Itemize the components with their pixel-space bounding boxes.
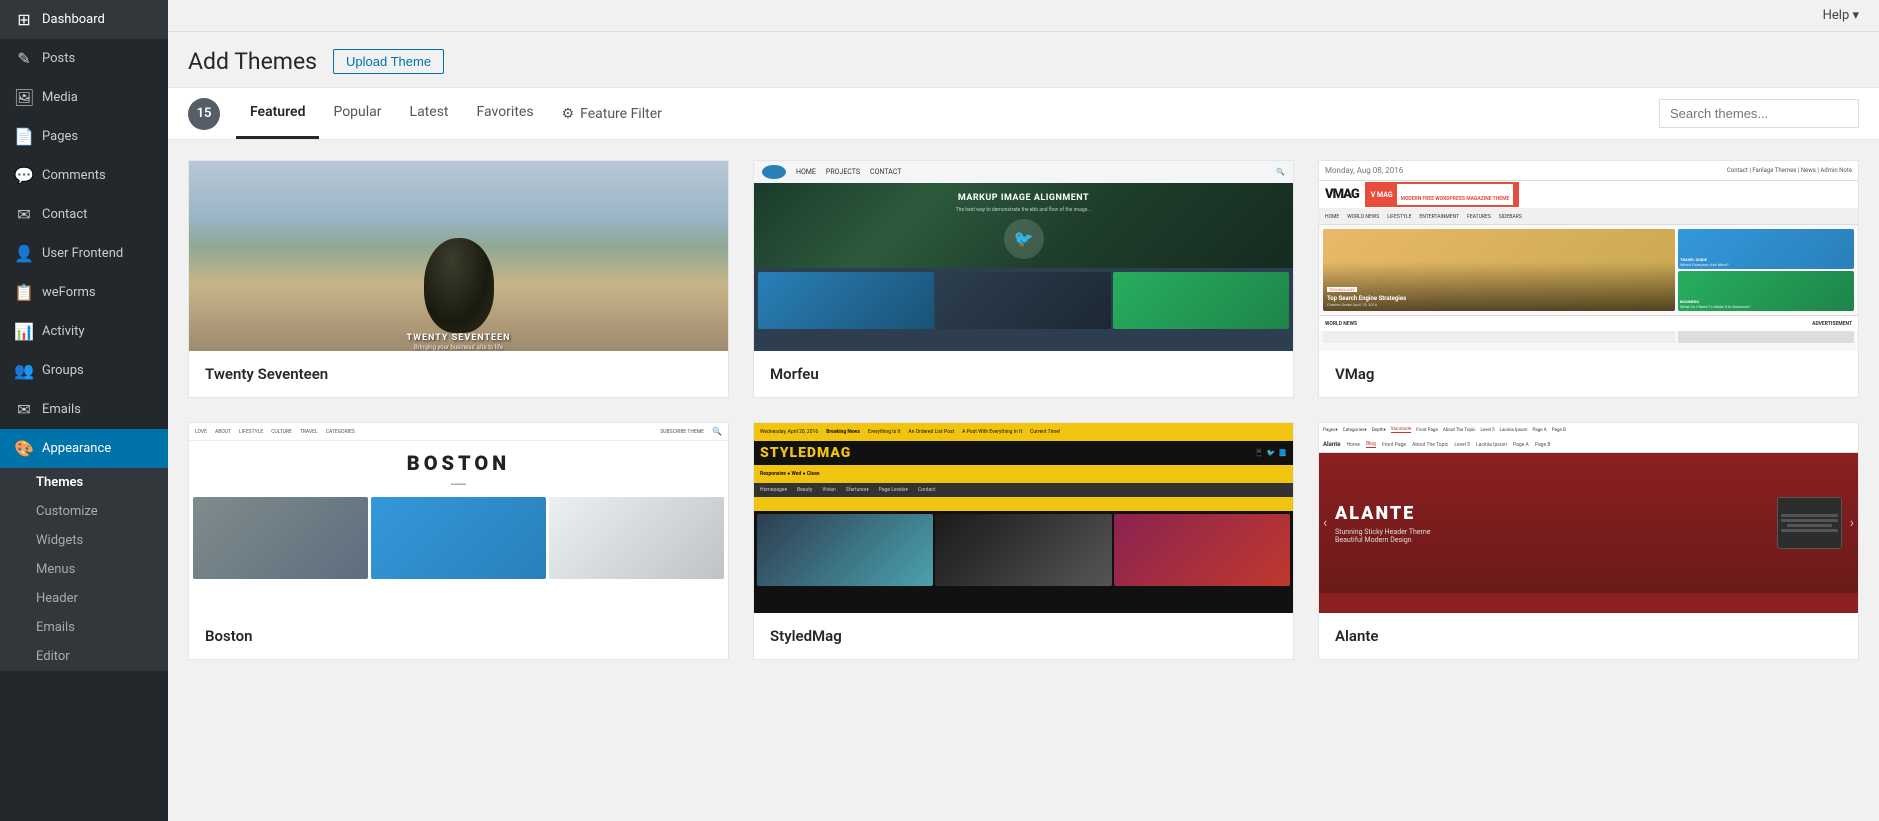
sidebar-item-appearance[interactable]: 🎨 Appearance bbox=[0, 429, 168, 468]
weforms-icon: 📋 bbox=[14, 283, 34, 302]
theme-name-boston: Boston bbox=[189, 613, 728, 659]
theme-thumbnail-twenty-seventeen: ✓ Installed TWENTY SEVENTEEN Bringing yo… bbox=[189, 161, 728, 351]
sidebar-item-media[interactable]: 🖼 Media bbox=[0, 78, 168, 117]
sidebar-item-label: Media bbox=[42, 90, 78, 105]
theme-card-boston[interactable]: LOVE ABOUT LIFESTYLE CULTURE TRAVEL CATE… bbox=[188, 422, 729, 660]
sidebar-item-weforms[interactable]: 📋 weForms bbox=[0, 273, 168, 312]
page-title: Add Themes bbox=[188, 48, 317, 75]
sidebar-item-emails[interactable]: ✉ Emails bbox=[0, 390, 168, 429]
page-header: Add Themes Upload Theme bbox=[168, 32, 1879, 88]
main-content: Help ▾ Add Themes Upload Theme 15 Featur… bbox=[168, 0, 1879, 821]
dashboard-icon: ⊞ bbox=[14, 10, 34, 29]
theme-card-morfeu[interactable]: HOMEPROJECTSCONTACT 🔍 MARKUP IMAGE ALIGN… bbox=[753, 160, 1294, 398]
user-frontend-icon: 👤 bbox=[14, 244, 34, 263]
sidebar-item-groups[interactable]: 👥 Groups bbox=[0, 351, 168, 390]
theme-thumbnail-alante: Pages▾Categories▾Depth▾Standard▾Front Pa… bbox=[1319, 423, 1858, 613]
sidebar-sub-item-editor[interactable]: Editor bbox=[0, 642, 168, 671]
theme-card-styledmag[interactable]: Wednesday, April 20, 2016 Breaking News … bbox=[753, 422, 1294, 660]
sidebar: ⊞ Dashboard ✎ Posts 🖼 Media 📄 Pages 💬 Co… bbox=[0, 0, 168, 821]
theme-name-twenty-seventeen: Twenty Seventeen bbox=[189, 351, 728, 397]
tab-favorites[interactable]: Favorites bbox=[463, 88, 548, 139]
posts-icon: ✎ bbox=[14, 49, 34, 68]
help-button[interactable]: Help ▾ bbox=[1823, 8, 1859, 23]
comments-icon: 💬 bbox=[14, 166, 34, 185]
theme-card-twenty-seventeen[interactable]: ✓ Installed TWENTY SEVENTEEN Bringing yo… bbox=[188, 160, 729, 398]
theme-count-badge: 15 bbox=[188, 98, 220, 130]
theme-thumbnail-styledmag: Wednesday, April 20, 2016 Breaking News … bbox=[754, 423, 1293, 613]
sidebar-item-dashboard[interactable]: ⊞ Dashboard bbox=[0, 0, 168, 39]
sidebar-item-user-frontend[interactable]: 👤 User Frontend bbox=[0, 234, 168, 273]
sidebar-item-label: Activity bbox=[42, 324, 85, 339]
sidebar-item-label: Contact bbox=[42, 207, 87, 222]
sidebar-item-pages[interactable]: 📄 Pages bbox=[0, 117, 168, 156]
theme-thumbnail-boston: LOVE ABOUT LIFESTYLE CULTURE TRAVEL CATE… bbox=[189, 423, 728, 613]
theme-name-styledmag: StyledMag bbox=[754, 613, 1293, 659]
morfeu-nav: HOMEPROJECTSCONTACT 🔍 bbox=[754, 161, 1293, 183]
sidebar-item-activity[interactable]: 📊 Activity bbox=[0, 312, 168, 351]
tab-featured[interactable]: Featured bbox=[236, 88, 319, 139]
filter-tabs: Featured Popular Latest Favorites ⚙ Feat… bbox=[236, 88, 1659, 139]
sidebar-sub-item-header[interactable]: Header bbox=[0, 584, 168, 613]
pages-icon: 📄 bbox=[14, 127, 34, 146]
sidebar-sub-item-menus[interactable]: Menus bbox=[0, 555, 168, 584]
feature-filter-label: Feature Filter bbox=[580, 106, 662, 122]
filter-bar: 15 Featured Popular Latest Favorites ⚙ F… bbox=[168, 88, 1879, 140]
morfeu-grid bbox=[754, 268, 1293, 333]
themes-grid: ✓ Installed TWENTY SEVENTEEN Bringing yo… bbox=[168, 140, 1879, 821]
media-icon: 🖼 bbox=[14, 88, 34, 107]
tab-latest[interactable]: Latest bbox=[396, 88, 463, 139]
sidebar-item-label: Dashboard bbox=[42, 12, 105, 27]
activity-icon: 📊 bbox=[14, 322, 34, 341]
appearance-icon: 🎨 bbox=[14, 439, 34, 458]
theme-name-alante: Alante bbox=[1319, 613, 1858, 659]
sidebar-item-label: weForms bbox=[42, 285, 96, 300]
theme-name-morfeu: Morfeu bbox=[754, 351, 1293, 397]
tab-popular[interactable]: Popular bbox=[319, 88, 395, 139]
theme-card-alante[interactable]: Pages▾Categories▾Depth▾Standard▾Front Pa… bbox=[1318, 422, 1859, 660]
contact-icon: ✉ bbox=[14, 205, 34, 224]
sidebar-submenu-appearance: Themes Customize Widgets Menus Header Em… bbox=[0, 468, 168, 671]
search-themes-input[interactable] bbox=[1659, 99, 1859, 128]
sidebar-item-posts[interactable]: ✎ Posts bbox=[0, 39, 168, 78]
sidebar-item-comments[interactable]: 💬 Comments bbox=[0, 156, 168, 195]
theme-name-vmag: VMag bbox=[1319, 351, 1858, 397]
sidebar-item-label: Posts bbox=[42, 51, 75, 66]
sidebar-item-label: Appearance bbox=[42, 441, 111, 456]
morfeu-hero: MARKUP IMAGE ALIGNMENT The best way to d… bbox=[754, 183, 1293, 268]
sidebar-item-label: Pages bbox=[42, 129, 78, 144]
sidebar-item-contact[interactable]: ✉ Contact bbox=[0, 195, 168, 234]
sidebar-sub-item-customize[interactable]: Customize bbox=[0, 497, 168, 526]
sidebar-sub-item-emails[interactable]: Emails bbox=[0, 613, 168, 642]
sidebar-item-label: Groups bbox=[42, 363, 84, 378]
sidebar-sub-item-themes[interactable]: Themes bbox=[0, 468, 168, 497]
sidebar-item-label: Comments bbox=[42, 168, 106, 183]
theme-card-vmag[interactable]: Monday, Aug 08, 2016 Contact | Fanlage T… bbox=[1318, 160, 1859, 398]
upload-theme-button[interactable]: Upload Theme bbox=[333, 49, 444, 74]
sidebar-item-label: Emails bbox=[42, 402, 81, 417]
theme-thumbnail-vmag: Monday, Aug 08, 2016 Contact | Fanlage T… bbox=[1319, 161, 1858, 351]
gear-icon: ⚙ bbox=[562, 106, 575, 122]
emails-icon: ✉ bbox=[14, 400, 34, 419]
sidebar-item-label: User Frontend bbox=[42, 246, 123, 261]
topbar: Help ▾ bbox=[168, 0, 1879, 32]
feature-filter-button[interactable]: ⚙ Feature Filter bbox=[548, 88, 676, 139]
groups-icon: 👥 bbox=[14, 361, 34, 380]
theme-thumbnail-morfeu: HOMEPROJECTSCONTACT 🔍 MARKUP IMAGE ALIGN… bbox=[754, 161, 1293, 351]
sidebar-sub-item-widgets[interactable]: Widgets bbox=[0, 526, 168, 555]
